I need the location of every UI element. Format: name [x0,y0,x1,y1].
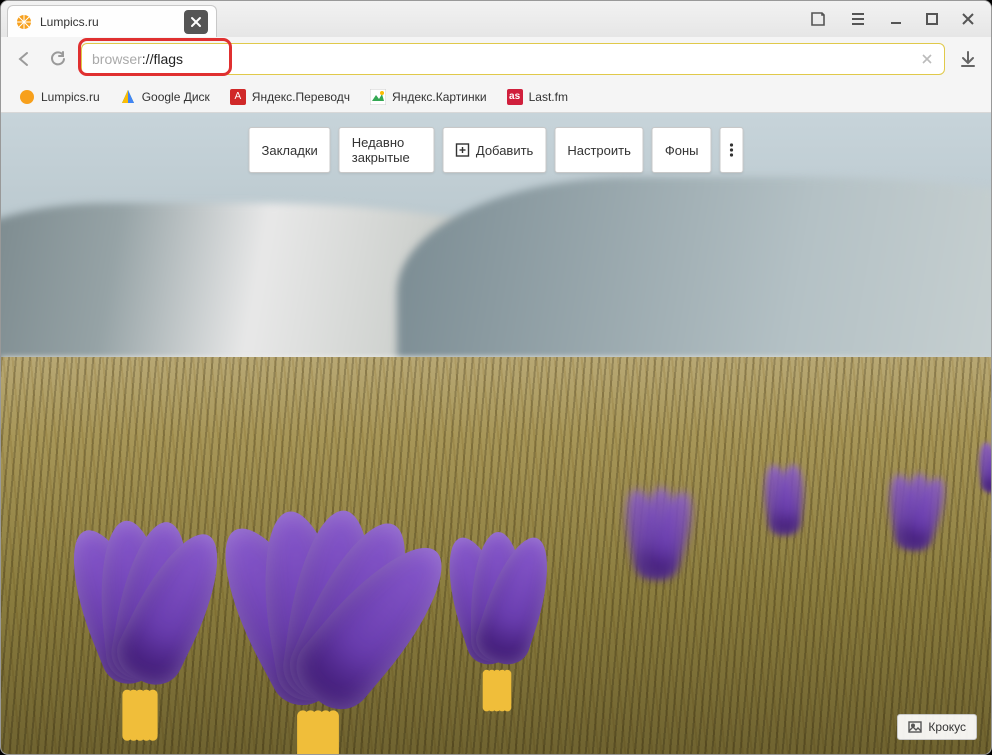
bookmarks-bar: Lumpics.ru Google Диск A Яндекс.Переводч… [1,81,991,113]
bookmark-item[interactable]: A Яндекс.Переводч [222,85,358,109]
title-bar: Lumpics.ru [1,1,991,37]
bookmark-item[interactable]: Яндекс.Картинки [362,85,495,109]
bookmark-favicon-icon [120,89,136,105]
bookmark-label: Google Диск [142,90,210,104]
button-label: Добавить [476,143,533,158]
image-icon [908,720,922,734]
address-row: browser://flags [1,37,991,81]
bookmark-label: Яндекс.Переводч [252,90,350,104]
reload-button[interactable] [47,48,69,70]
bookmark-favicon-icon: as [507,89,523,105]
button-label: Настроить [567,143,631,158]
bookmark-favicon-icon: A [230,89,246,105]
new-tab-content: Закладки Недавно закрытые Добавить Настр… [1,113,991,754]
wallpaper-name-label: Крокус [928,720,966,734]
button-label: Закладки [262,143,318,158]
downloads-button[interactable] [957,48,979,70]
url-text: browser://flags [92,51,183,67]
window-controls [809,10,985,28]
wallpaper-name-chip[interactable]: Крокус [897,714,977,740]
recently-closed-button[interactable]: Недавно закрытые [339,127,435,173]
reader-mode-icon[interactable] [809,10,827,28]
maximize-button[interactable] [925,12,939,26]
bookmark-label: Last.fm [529,90,568,104]
minimize-button[interactable] [889,12,903,26]
bookmark-favicon-icon [19,89,35,105]
browser-tab[interactable]: Lumpics.ru [7,5,217,37]
button-label: Фоны [665,143,699,158]
url-scheme: browser [92,51,142,67]
bookmark-item[interactable]: Google Диск [112,85,218,109]
wallpaper-image [1,113,991,754]
tab-close-button[interactable] [184,10,208,34]
tab-title: Lumpics.ru [40,15,99,29]
url-rest: ://flags [142,51,183,67]
clear-input-icon[interactable] [920,52,934,66]
plus-box-icon [456,143,470,157]
button-label: Недавно закрытые [352,135,422,165]
address-bar[interactable]: browser://flags [81,43,945,75]
bookmark-label: Lumpics.ru [41,90,100,104]
backgrounds-button[interactable]: Фоны [652,127,712,173]
new-tab-toolbar: Закладки Недавно закрытые Добавить Настр… [249,127,744,173]
bookmark-item[interactable]: Lumpics.ru [11,85,108,109]
browser-window: Lumpics.ru [0,0,992,755]
customize-button[interactable]: Настроить [554,127,644,173]
more-options-button[interactable] [720,127,744,173]
add-tile-button[interactable]: Добавить [443,127,546,173]
tab-favicon-icon [16,14,32,30]
bookmark-label: Яндекс.Картинки [392,90,487,104]
bookmarks-button[interactable]: Закладки [249,127,331,173]
bookmark-favicon-icon [370,89,386,105]
close-window-button[interactable] [961,12,975,26]
back-button[interactable] [13,48,35,70]
kebab-icon [730,143,734,157]
bookmark-item[interactable]: as Last.fm [499,85,576,109]
menu-icon[interactable] [849,10,867,28]
